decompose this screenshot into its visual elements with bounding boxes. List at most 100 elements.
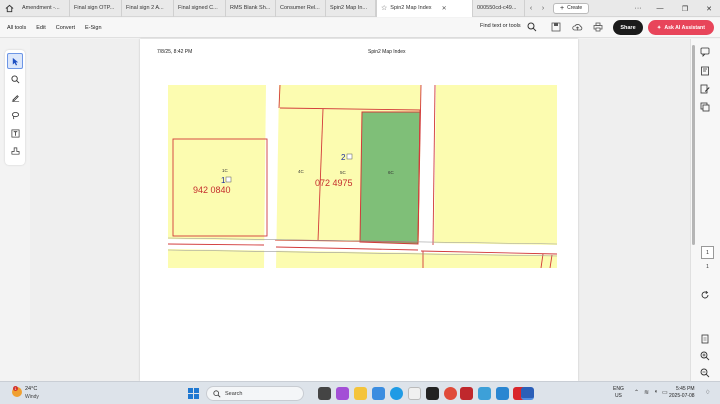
document-viewport: 7/8/25, 8:42 PM Spin2 Map Index 1C 1 942… [30, 39, 690, 381]
wifi-icon[interactable]: ≋ [644, 389, 649, 396]
stamp-tool[interactable] [7, 143, 23, 159]
find-text-tools[interactable]: Find text or tools [480, 23, 521, 29]
plus-icon: + [560, 4, 565, 12]
file-explorer-icon[interactable] [354, 387, 367, 400]
comment-icon[interactable] [700, 47, 710, 57]
document-title: Spin2 Map Index [368, 49, 406, 55]
pdf-page: 7/8/25, 8:42 PM Spin2 Map Index 1C 1 942… [140, 39, 578, 381]
menu-all-tools[interactable]: All tools [7, 25, 26, 31]
create-button[interactable]: + Create [553, 2, 590, 14]
parcel-map: 1C 1 942 0840 4C 5C 2 072 4975 6C [168, 85, 557, 268]
label-lot-1-box [225, 176, 232, 183]
upload-cloud-icon[interactable] [572, 22, 583, 32]
tab-amendment[interactable]: Amendment -... [18, 0, 70, 17]
weather-badge: 1 [13, 386, 18, 391]
label-lot-2-box [346, 153, 353, 160]
clock[interactable]: 5:45 PM 2025-07-08 [669, 386, 695, 400]
taskbar-search[interactable]: Search [206, 386, 304, 401]
pages-icon[interactable] [700, 102, 710, 112]
zoom-icon [10, 74, 19, 83]
left-toolbar [5, 50, 25, 165]
tab-rms-blank[interactable]: RMS Blank Sh... [226, 0, 276, 17]
menu-bar: All tools Edit Convert E-Sign Find text … [0, 18, 720, 38]
weather-condition[interactable]: Windy [25, 394, 39, 400]
tab-scroll-right-icon[interactable]: › [537, 5, 549, 12]
page-view-icon[interactable] [700, 334, 710, 344]
window-close-icon[interactable]: ✕ [697, 0, 720, 17]
close-icon[interactable]: ✕ [442, 5, 447, 12]
label-lot-5c: 5C [340, 170, 347, 175]
volume-icon[interactable]: ◖ [654, 389, 658, 395]
menu-esign[interactable]: E-Sign [85, 25, 102, 31]
pen-icon [11, 94, 19, 102]
label-lot-6c: 6C [388, 170, 395, 175]
copilot-icon[interactable] [336, 387, 349, 400]
bookmark-icon[interactable] [700, 66, 710, 76]
tab-final-sign-2[interactable]: Final sign 2 A... [122, 0, 174, 17]
lasso-tool[interactable] [7, 107, 23, 123]
tab-bar: Amendment -... Final sign OTP... Final s… [0, 0, 720, 17]
zoom-in-icon[interactable] [700, 351, 710, 361]
tab-spin2-map-index[interactable]: ☆ Spin2 Map Index ✕ [376, 0, 473, 17]
input-language[interactable]: ENG US [613, 386, 624, 400]
search-icon [213, 390, 221, 398]
more-options-icon[interactable]: ··· [626, 0, 650, 17]
share-button[interactable]: Share [613, 20, 643, 35]
home-icon [5, 4, 13, 12]
menu-edit[interactable]: Edit [36, 25, 45, 31]
parcel-6c-highlight [359, 111, 421, 245]
edit-page-icon[interactable] [700, 84, 710, 94]
tab-scroll-left-icon[interactable]: ‹ [525, 5, 537, 12]
draw-tool[interactable] [7, 89, 23, 105]
save-icon[interactable] [551, 22, 561, 32]
lasso-icon [11, 111, 19, 119]
tab-000550cd[interactable]: 000550cd-c49... [473, 0, 525, 17]
app-icon[interactable] [408, 387, 421, 400]
store-icon[interactable] [496, 387, 509, 400]
search-icon[interactable] [527, 22, 537, 32]
restore-icon[interactable]: ❐ [673, 0, 697, 17]
label-lot-4c: 4C [298, 169, 305, 174]
battery-icon[interactable]: ▭ [662, 389, 668, 396]
ai-assistant-button[interactable]: ✦ Ask AI Assistant [648, 20, 714, 35]
refresh-icon[interactable] [700, 290, 710, 300]
label-lot-1-id: 942 0840 [193, 185, 231, 195]
zoom-out-icon[interactable] [700, 368, 710, 378]
label-lot-2: 2 [341, 153, 346, 162]
windows-start-icon[interactable] [188, 388, 199, 399]
label-lot-2-id: 072 4975 [315, 178, 353, 188]
dell-icon[interactable] [426, 387, 439, 400]
weather-temperature[interactable]: 24°C [25, 386, 37, 392]
tab-consumer-rel[interactable]: Consumer Rel... [276, 0, 326, 17]
word-icon[interactable] [521, 387, 534, 400]
stamp-icon [11, 147, 19, 155]
star-icon[interactable]: ☆ [381, 4, 387, 12]
label-lot-1c: 1C [222, 168, 229, 173]
sparkle-icon: ✦ [657, 24, 662, 31]
page-number-input[interactable]: 1 [701, 246, 714, 259]
select-tool[interactable] [7, 53, 23, 69]
print-icon[interactable] [593, 22, 603, 32]
minimize-icon[interactable]: — [648, 0, 672, 17]
zoom-tool[interactable] [7, 71, 23, 87]
home-button[interactable] [0, 0, 18, 17]
edge-icon[interactable] [390, 387, 403, 400]
chrome-icon[interactable] [444, 387, 457, 400]
mcafee-icon[interactable] [460, 387, 473, 400]
notification-bell-icon[interactable]: ♢ [705, 389, 710, 396]
menu-convert[interactable]: Convert [56, 25, 75, 31]
tab-final-sign-otp[interactable]: Final sign OTP... [70, 0, 122, 17]
photos-icon[interactable] [478, 387, 491, 400]
tab-final-signed-c[interactable]: Final signed C... [174, 0, 226, 17]
task-view-icon[interactable] [318, 387, 331, 400]
taskbar: 1 24°C Windy Search ENG US ⌃ ≋ ◖ ▭ 5:45 … [0, 381, 720, 404]
print-date: 7/8/25, 8:42 PM [157, 49, 193, 55]
cursor-icon [12, 57, 18, 66]
text-box-icon [11, 129, 19, 137]
label-lot-1: 1 [221, 176, 226, 185]
tray-chevron-icon[interactable]: ⌃ [634, 389, 639, 396]
text-tool[interactable] [7, 125, 23, 141]
tab-spin2-map-in[interactable]: Spin2 Map In... [326, 0, 376, 17]
vertical-scrollbar[interactable] [692, 45, 695, 245]
mail-icon[interactable] [372, 387, 385, 400]
